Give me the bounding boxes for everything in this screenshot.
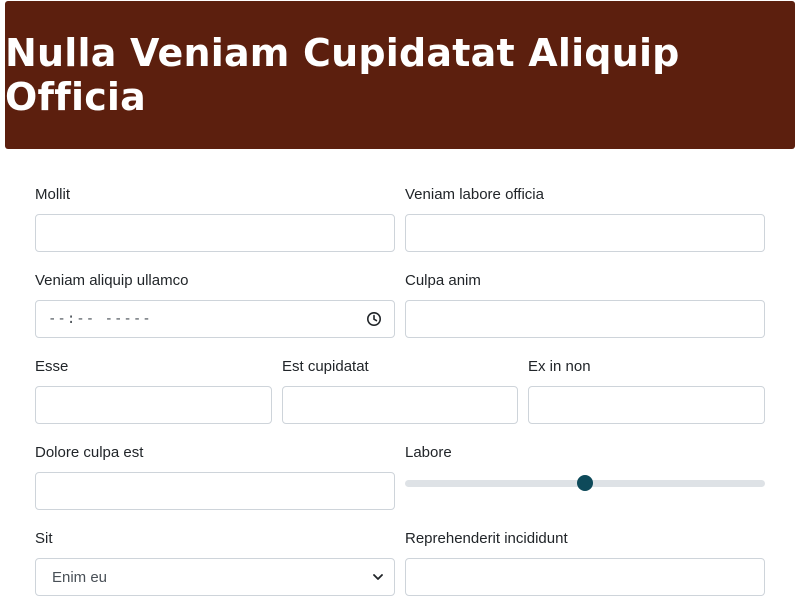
dolore-culpa-est-input[interactable] [35,472,395,510]
reprehenderit-incididunt-input[interactable] [405,558,765,596]
dolore-culpa-est-label: Dolore culpa est [35,444,144,461]
time-input[interactable]: --:-- ----- [35,300,395,338]
mollit-label: Mollit [35,186,71,203]
chevron-down-icon [373,574,383,580]
sit-label: Sit [35,530,53,547]
veniam-aliquip-ullamco-label: Veniam aliquip ullamco [35,272,189,289]
page-header: Nulla Veniam Cupidatat Aliquip Officia [5,1,795,149]
mollit-input[interactable] [35,214,395,252]
ex-in-non-label: Ex in non [528,358,591,375]
veniam-labore-officia-label: Veniam labore officia [405,186,544,203]
clock-icon[interactable] [366,311,382,327]
slider-thumb[interactable] [577,475,593,491]
time-input-value: --:-- ----- [48,311,152,327]
sit-select[interactable]: Enim eu [35,558,395,596]
veniam-labore-officia-input[interactable] [405,214,765,252]
est-cupidatat-label: Est cupidatat [282,358,369,375]
culpa-anim-label: Culpa anim [405,272,481,289]
sit-select-value: Enim eu [52,568,108,586]
culpa-anim-input[interactable] [405,300,765,338]
page-title: Nulla Veniam Cupidatat Aliquip Officia [5,31,680,119]
esse-label: Esse [35,358,69,375]
est-cupidatat-input[interactable] [282,386,518,424]
reprehenderit-incididunt-label: Reprehenderit incididunt [405,530,568,547]
labore-label: Labore [405,444,452,461]
ex-in-non-input[interactable] [528,386,765,424]
labore-slider[interactable] [405,472,765,496]
esse-input[interactable] [35,386,272,424]
